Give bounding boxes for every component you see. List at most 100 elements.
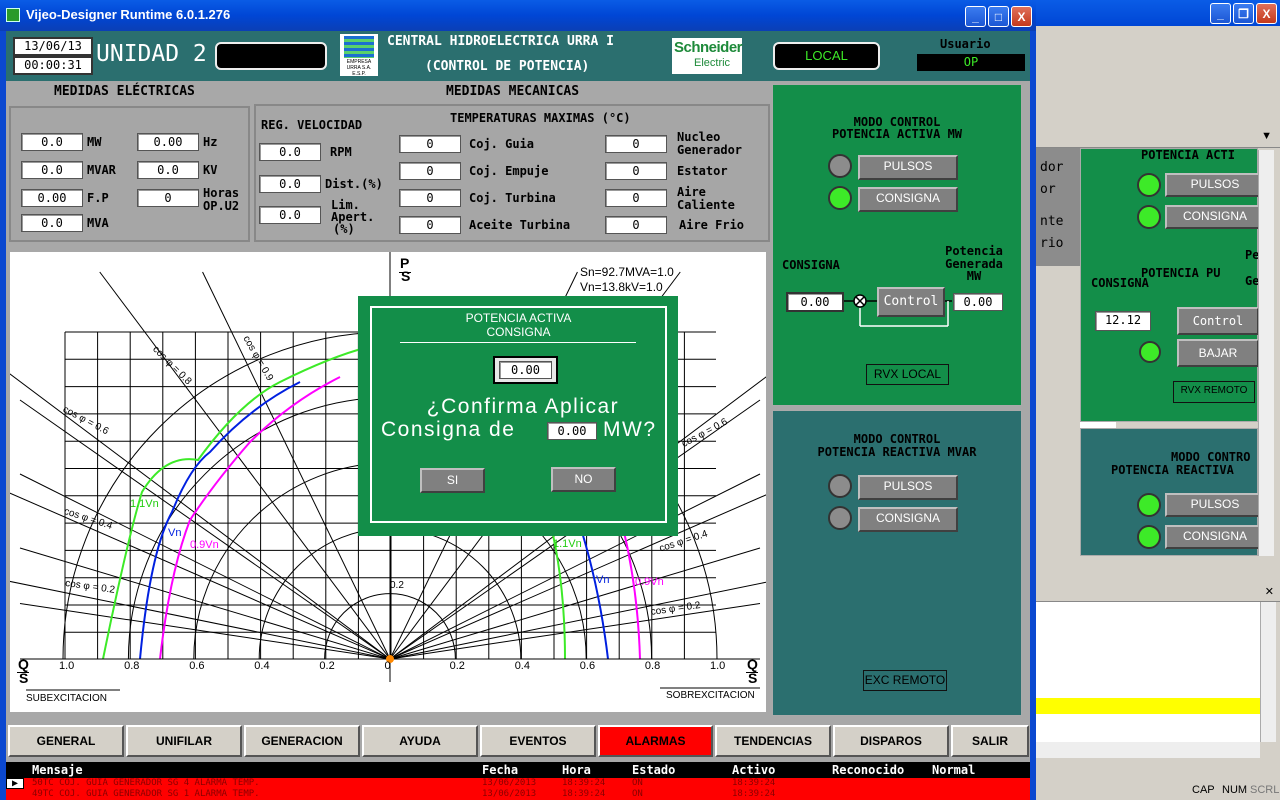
q-tick-label: 1.0 <box>710 660 726 672</box>
bg-pulsos-button[interactable]: PULSOS <box>1165 173 1265 197</box>
company-subtitle: (CONTROL DE POTENCIA) <box>425 59 590 74</box>
active-pulsos-led <box>828 154 852 178</box>
active-consigna-button[interactable]: CONSIGNA <box>858 187 958 212</box>
logo-text: EMPRESA URRA S.A. E.S.P. <box>346 59 372 77</box>
background-window: _ ❐ X ▼ dor or nte rio POTENCIA ACTI PUL… <box>1036 0 1280 800</box>
temp-title: TEMPERATURAS MAXIMAS (°C) <box>450 111 631 125</box>
reactive-pulsos-button[interactable]: PULSOS <box>858 475 958 500</box>
bg-maximize-button[interactable]: ❐ <box>1233 3 1254 24</box>
dialog-question-line-1: ¿Confirma Aplicar <box>426 395 620 418</box>
bg-vertical-scrollbar[interactable] <box>1258 150 1274 556</box>
nav-generacion[interactable]: GENERACION <box>244 725 360 757</box>
cos-phi-ray <box>10 580 391 660</box>
active-consigna-label: CONSIGNA <box>782 258 840 272</box>
col-fecha: Fecha <box>482 763 519 777</box>
alarm-table-header: Mensaje Fecha Hora Estado Activo Reconoc… <box>6 762 1030 778</box>
l09vn-label: 0.9Vn <box>190 539 219 551</box>
dialog-si-button[interactable]: SI <box>420 468 485 493</box>
local-indicator: LOCAL <box>773 42 880 70</box>
bg-minimize-button[interactable]: _ <box>1210 3 1231 24</box>
reactive-consigna-button[interactable]: CONSIGNA <box>858 507 958 532</box>
bg-horizontal-scrollbar[interactable] <box>1036 742 1260 758</box>
bg-toolbar: ▼ <box>1036 128 1280 148</box>
dialog-value[interactable]: 0.00 <box>499 361 552 379</box>
coj-guia-value: 0 <box>399 135 461 153</box>
q-tick-label: 0.2 <box>319 660 335 672</box>
bg-pulsos2-button[interactable]: PULSOS <box>1165 493 1265 517</box>
q-tick-label: 0.4 <box>254 660 270 672</box>
nav-disparos[interactable]: DISPAROS <box>833 725 949 757</box>
nav-general[interactable]: GENERAL <box>8 725 124 757</box>
bg-reactiva: POTENCIA REACTIVA <box>1111 463 1234 477</box>
bg-led-pulsos <box>1137 173 1161 197</box>
nav-tendencias[interactable]: TENDENCIAS <box>715 725 831 757</box>
alarm-activo: 18:39:24 <box>732 789 776 799</box>
col-mensaje: Mensaje <box>32 763 83 777</box>
l11vn-label: 1.1Vn <box>130 498 159 510</box>
chevron-down-icon[interactable]: ▼ <box>1261 130 1272 142</box>
bg-consigna2-button[interactable]: CONSIGNA <box>1165 525 1265 549</box>
bg-highlight-row <box>1036 698 1260 714</box>
alarm-row[interactable]: ▶ 50TC COJ. GUIA GENERADOR SG 4 ALARMA T… <box>6 778 1030 789</box>
mvar-value: 0.0 <box>21 161 83 179</box>
user-label: Usuario <box>940 37 991 51</box>
col-activo: Activo <box>732 763 776 777</box>
q-tick-label: 0 <box>384 660 391 672</box>
dialog-no-button[interactable]: NO <box>551 467 616 492</box>
row-pointer-icon: ▶ <box>6 778 24 789</box>
app-icon <box>6 8 20 22</box>
q-tick-label: 0.4 <box>514 660 530 672</box>
mva-value: 0.0 <box>21 214 83 232</box>
dialog-question-line-2a: Consigna de <box>381 418 516 441</box>
time-display: 00:00:31 <box>13 56 93 75</box>
fp-value: 0.00 <box>21 189 83 207</box>
active-title-2: POTENCIA ACTIVA MW <box>831 127 963 141</box>
lim-apert-value: 0.0 <box>259 206 321 224</box>
s-left-label: S <box>19 670 29 686</box>
coj-turbina-label: Coj. Turbina <box>469 191 556 205</box>
bg-consigna-value[interactable]: 12.12 <box>1095 311 1151 331</box>
vn-label: Vn=13.8kV=1.0 <box>580 280 663 294</box>
minimize-button[interactable]: _ <box>965 6 986 27</box>
active-consigna-value[interactable]: 0.00 <box>786 292 844 312</box>
gen-value: 0.00 <box>953 293 1003 311</box>
maximize-button[interactable]: □ <box>988 6 1009 27</box>
q02-label: 0.2 <box>390 580 404 591</box>
nav-ayuda[interactable]: AYUDA <box>362 725 478 757</box>
subexcitacion-label: SUBEXCITACION <box>26 693 107 704</box>
bg-control-button[interactable]: Control <box>1177 307 1259 335</box>
bg-led-pulsos2 <box>1137 493 1161 517</box>
nav-eventos[interactable]: EVENTOS <box>480 725 596 757</box>
bg-bajar-button[interactable]: BAJAR <box>1177 339 1259 367</box>
nav-unifilar[interactable]: UNIFILAR <box>126 725 242 757</box>
rpm-value: 0.0 <box>259 143 321 161</box>
r09vn-label: 0.9Vn <box>635 576 664 588</box>
mw-label: MW <box>87 135 102 149</box>
close-button[interactable]: X <box>1011 6 1032 27</box>
estator-value: 0 <box>605 162 667 180</box>
bg-led-consigna2 <box>1137 525 1161 549</box>
coj-empuje-value: 0 <box>399 162 461 180</box>
cos-phi-ray <box>19 547 391 660</box>
bg-log-area <box>1036 602 1260 742</box>
dialog-inline-value: 0.00 <box>547 422 597 440</box>
s-right-label: S <box>748 670 758 686</box>
alarm-row[interactable]: 49TC COJ. GUIA GENERADOR SG 1 ALARMA TEM… <box>6 789 1030 800</box>
rvx-local-label: RVX LOCAL <box>866 364 949 385</box>
curve-vn-right <box>581 531 609 660</box>
bg-log-scrollbar[interactable] <box>1260 602 1276 742</box>
col-hora: Hora <box>562 763 591 777</box>
empresa-logo: EMPRESA URRA S.A. E.S.P. <box>340 34 378 77</box>
nav-alarmas[interactable]: ALARMAS <box>598 725 713 757</box>
unit-status-box <box>215 42 327 70</box>
bg-reactive-panel: MODO CONTRO POTENCIA REACTIVA PULSOS CON… <box>1080 428 1265 556</box>
aceite-turbina-value: 0 <box>399 216 461 234</box>
nav-salir[interactable]: SALIR <box>951 725 1029 757</box>
generador-label: Generador <box>677 143 743 157</box>
bg-consigna-button[interactable]: CONSIGNA <box>1165 205 1265 229</box>
active-pulsos-button[interactable]: PULSOS <box>858 155 958 180</box>
alarm-estado: ON <box>632 778 643 788</box>
aire-label: Aire <box>677 185 706 199</box>
bg-close-button[interactable]: X <box>1256 3 1277 24</box>
close-icon[interactable]: ✕ <box>1265 585 1274 598</box>
